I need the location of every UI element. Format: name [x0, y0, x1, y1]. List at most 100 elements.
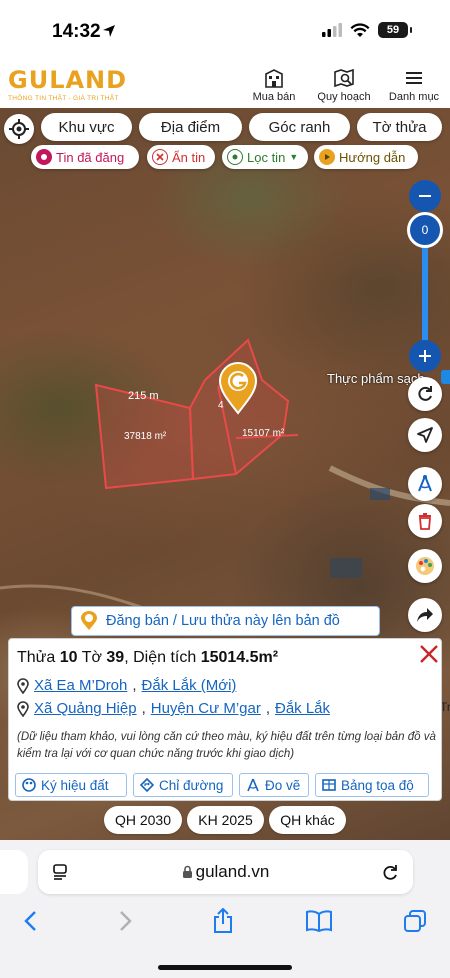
parcel-info-card: Thửa 10 Tờ 39, Diện tích 15014.5m² Xã Ea… — [8, 638, 442, 801]
separator: , — [265, 700, 270, 717]
logo-text: GULAND — [8, 66, 128, 94]
guland-pin-icon — [81, 611, 97, 630]
back-button[interactable] — [15, 906, 45, 936]
url-text: guland.vn — [195, 862, 270, 881]
parcel-main[interactable] — [188, 338, 299, 481]
share-icon — [214, 908, 232, 933]
zoom-level-handle[interactable]: 0 — [407, 212, 443, 248]
directions-icon — [140, 778, 154, 792]
battery-indicator: 59 — [378, 22, 412, 38]
land-symbol-action[interactable]: Ký hiệu đất — [15, 773, 127, 797]
province-old-link[interactable]: Đắk Lắk — [275, 700, 330, 717]
filter-an-tin[interactable]: Ẩn tin — [147, 145, 215, 169]
measure-action[interactable]: Đo vẽ — [239, 773, 309, 797]
chevron-down-icon: ▼ — [289, 152, 299, 162]
lock-icon — [182, 865, 192, 878]
header-nav: Mua bán Quy hoạch Danh mục — [244, 68, 444, 103]
refresh-icon — [418, 386, 432, 401]
commune-old-link[interactable]: Xã Quảng Hiệp — [34, 700, 137, 717]
status-time: 14:32 — [52, 21, 101, 42]
play-icon — [319, 149, 335, 165]
guland-logo[interactable]: GULAND THÔNG TIN THẬT - GIÁ TRỊ THẬT — [8, 66, 127, 102]
hide-icon — [152, 149, 168, 165]
zoom-out-button[interactable] — [409, 180, 441, 212]
parcel-edge-label: 215 m — [128, 390, 159, 402]
table-icon — [322, 779, 336, 791]
compass-draw-icon — [418, 475, 432, 492]
tab-goc-ranh[interactable]: Góc ranh — [249, 113, 350, 141]
filter-huong-dan[interactable]: Hướng dẫn — [314, 145, 418, 169]
delete-button[interactable] — [408, 504, 442, 538]
previous-tab-preview[interactable] — [0, 850, 28, 894]
close-icon[interactable] — [417, 642, 441, 666]
address-old: Xã Quảng Hiệp, Huyện Cư M’gar, Đắk Lắk — [17, 700, 330, 717]
disclaimer-note: (Dữ liệu tham khảo, vui lòng căn cứ theo… — [17, 731, 436, 760]
tabs-button[interactable] — [400, 906, 430, 936]
plan-kh-2025[interactable]: KH 2025 — [187, 806, 264, 834]
filter-tin-da-dang-label: Tin đã đăng — [56, 149, 125, 165]
logo-tagline: THÔNG TIN THẬT - GIÁ TRỊ THẬT — [8, 95, 119, 102]
location-arrow-icon — [103, 25, 115, 37]
reload-icon[interactable] — [381, 863, 399, 881]
nav-quy-hoach[interactable]: Quy hoạch — [314, 68, 374, 103]
parcel-number: 10 — [59, 649, 78, 666]
post-parcel-banner[interactable]: Đăng bán / Lưu thửa này lên bản đồ — [71, 606, 380, 636]
tab-dia-diem[interactable]: Địa điểm — [139, 113, 242, 141]
tabs-icon — [404, 910, 426, 932]
filter-icon — [227, 149, 243, 165]
directions-action[interactable]: Chỉ đường — [133, 773, 233, 797]
status-bar: 14:32 59 — [0, 0, 450, 62]
directions-action-label: Chỉ đường — [159, 777, 224, 793]
home-indicator[interactable] — [158, 965, 292, 970]
poi-marker-icon[interactable] — [441, 370, 450, 384]
filter-huong-dan-label: Hướng dẫn — [339, 149, 406, 165]
nav-mua-ban[interactable]: Mua bán — [244, 68, 304, 103]
trash-icon — [419, 513, 431, 530]
chevron-right-icon — [120, 911, 132, 931]
navigate-button[interactable] — [408, 418, 442, 452]
nav-mua-ban-label: Mua bán — [252, 91, 296, 103]
parcel-title: Thửa 10 Tờ 39, Diện tích 15014.5m² — [17, 649, 278, 667]
nav-quy-hoach-label: Quy hoạch — [317, 91, 371, 103]
palette-icon — [22, 778, 36, 792]
tab-khu-vuc[interactable]: Khu vực — [41, 113, 132, 141]
address-new: Xã Ea M’Droh, Đắk Lắk (Mới) — [17, 677, 236, 694]
tab-to-thua[interactable]: Tờ thửa — [357, 113, 442, 141]
land-symbol-button[interactable] — [408, 549, 442, 583]
share-sheet-button[interactable] — [208, 906, 238, 936]
zoom-in-button[interactable] — [409, 340, 441, 372]
book-icon — [306, 910, 332, 932]
crosshair-icon — [9, 119, 29, 139]
province-new-link[interactable]: Đắk Lắk (Mới) — [142, 677, 237, 694]
commune-new-link[interactable]: Xã Ea M’Droh — [34, 677, 127, 694]
locate-me-button[interactable] — [4, 114, 34, 144]
draw-polygon-button[interactable] — [408, 467, 442, 501]
share-arrow-icon — [417, 608, 433, 622]
browser-toolbar: guland.vn — [0, 840, 450, 978]
share-button[interactable] — [408, 598, 442, 632]
forward-button[interactable] — [111, 906, 141, 936]
menu-icon — [406, 72, 422, 84]
plus-icon — [419, 350, 431, 362]
district-old-link[interactable]: Huyện Cư M’gar — [151, 700, 261, 717]
area-value: 15014.5m² — [200, 649, 279, 666]
nav-danh-muc[interactable]: Danh mục — [384, 68, 444, 103]
filter-tin-da-dang[interactable]: Tin đã đăng — [31, 145, 139, 169]
signal-icon — [322, 23, 342, 37]
plan-qh-khac[interactable]: QH khác — [269, 806, 346, 834]
filter-loc-tin[interactable]: Lọc tin ▼ — [222, 145, 308, 169]
chevron-left-icon — [24, 911, 36, 931]
measure-icon — [247, 778, 259, 792]
url-field[interactable]: guland.vn — [38, 862, 413, 882]
separator: , — [141, 700, 146, 717]
bookmarks-button[interactable] — [304, 906, 334, 936]
parcel-under-marker: 4 — [218, 400, 224, 411]
status-indicators: 59 — [322, 22, 412, 38]
plan-qh-2030[interactable]: QH 2030 — [104, 806, 182, 834]
address-bar[interactable]: guland.vn — [38, 850, 413, 894]
coordinate-table-action[interactable]: Bảng tọa độ — [315, 773, 429, 797]
map-search-icon — [334, 68, 354, 88]
app-header: GULAND THÔNG TIN THẬT - GIÁ TRỊ THẬT Mua… — [0, 62, 450, 108]
building-icon — [265, 69, 283, 88]
refresh-button[interactable] — [408, 377, 442, 411]
